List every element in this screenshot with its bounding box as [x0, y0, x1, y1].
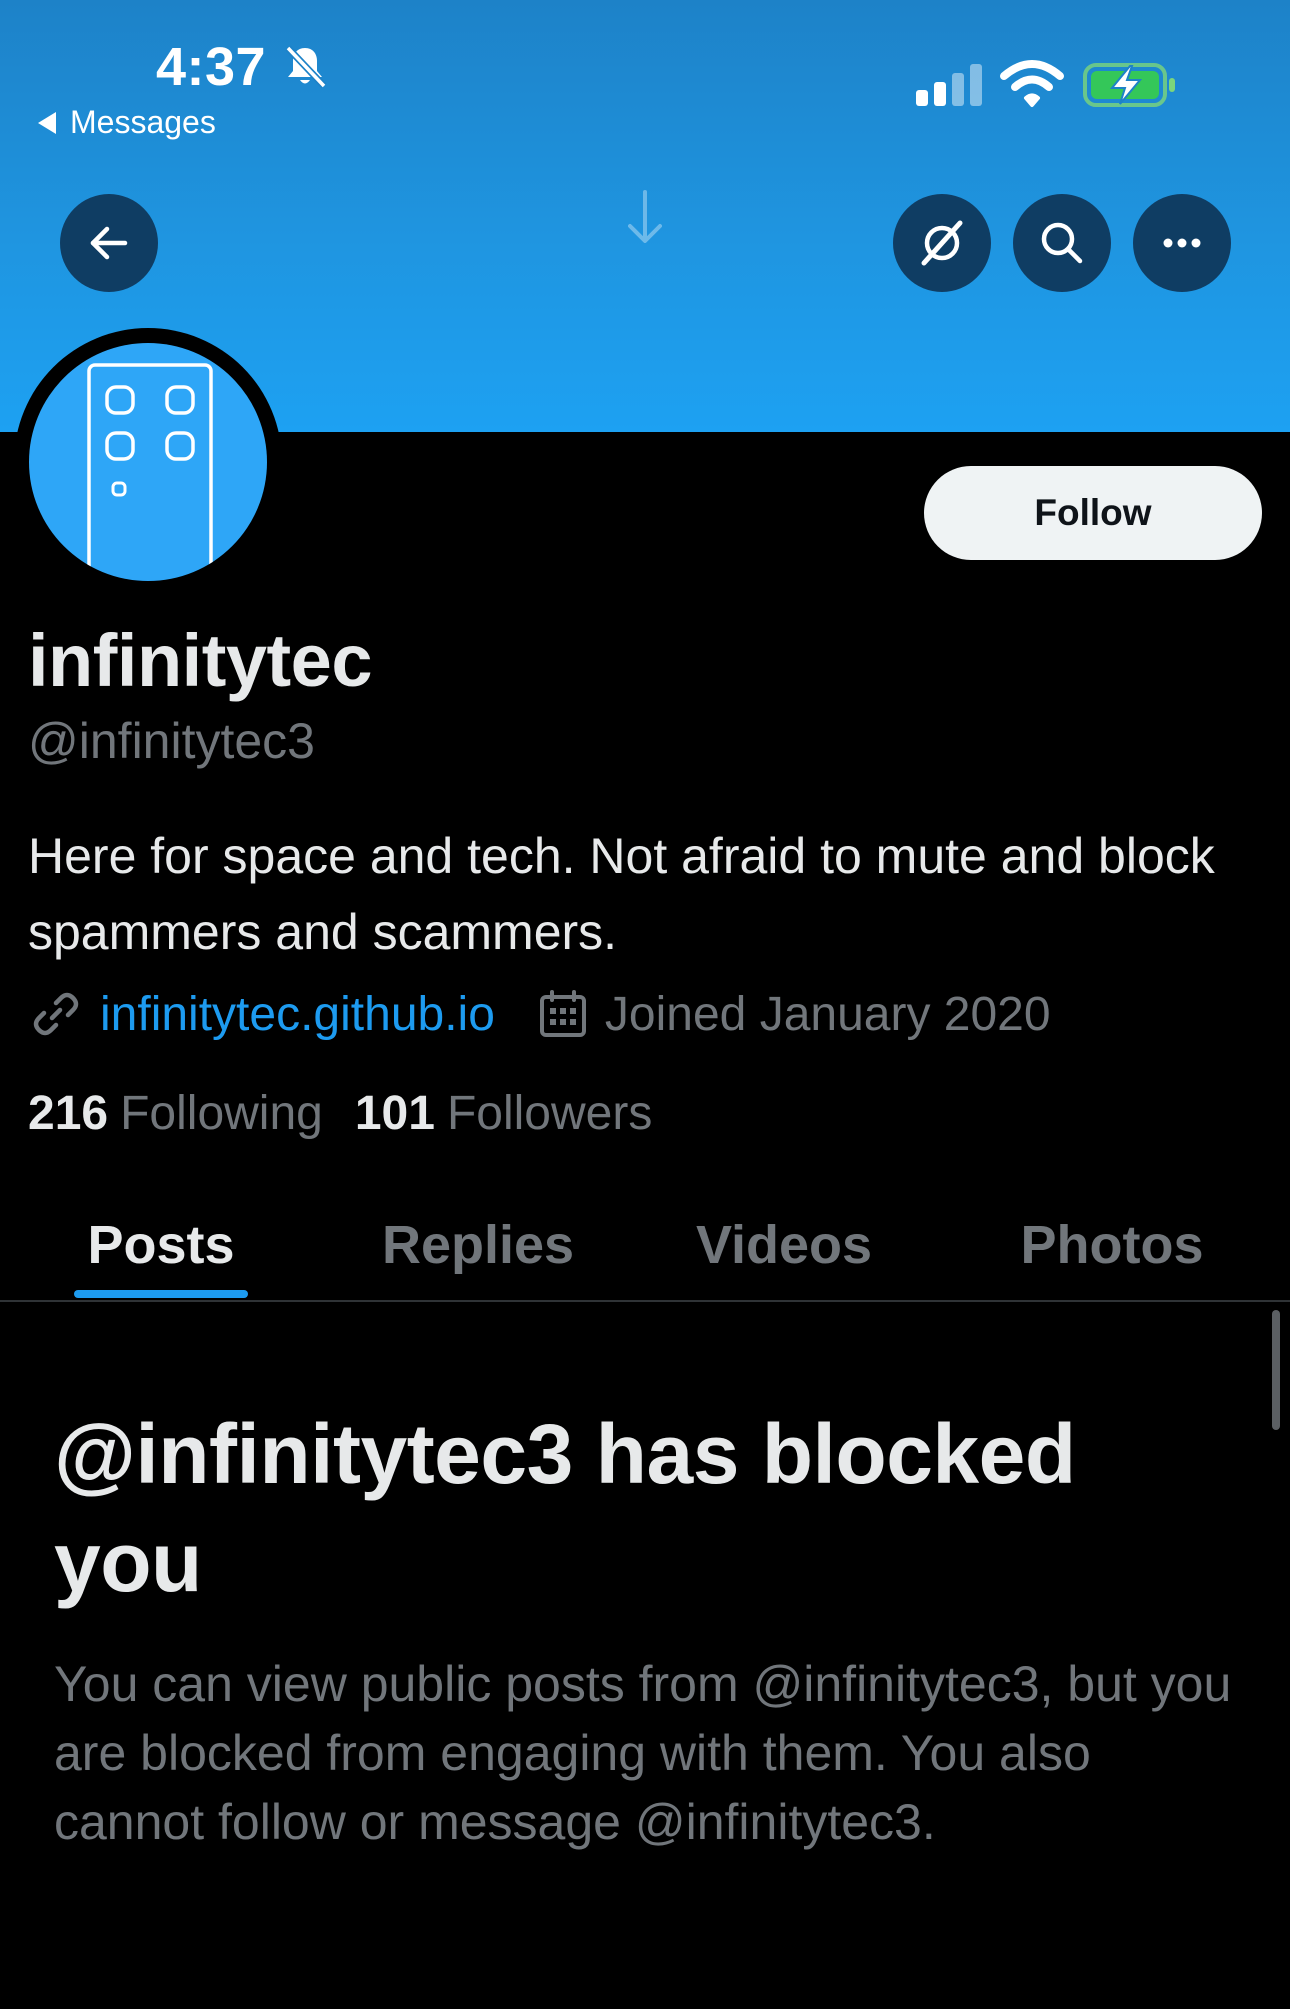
active-tab-indicator: [74, 1290, 248, 1298]
back-button[interactable]: [60, 194, 158, 292]
cellular-signal-icon: [916, 64, 982, 106]
profile-tabs: Posts Replies Videos Photos: [0, 1190, 1290, 1302]
bell-slash-icon: [285, 45, 327, 89]
calendar-icon: [539, 990, 586, 1037]
back-triangle-icon: [38, 111, 56, 134]
tab-photos[interactable]: Photos: [1002, 1190, 1222, 1300]
following-count[interactable]: 216: [28, 1086, 108, 1141]
display-name: infinitytec: [28, 619, 372, 702]
link-icon: [33, 992, 79, 1036]
tab-videos[interactable]: Videos: [676, 1190, 892, 1300]
joined-date: Joined January 2020: [604, 987, 1051, 1041]
avatar-image: [29, 343, 267, 581]
back-app-label: Messages: [70, 104, 216, 140]
search-icon: [1041, 222, 1083, 264]
profile-meta: infinitytec.github.io Joined January 202…: [28, 986, 1051, 1042]
back-arrow-icon: [90, 226, 128, 260]
phone-logo-icon: [87, 363, 213, 581]
tab-posts[interactable]: Posts: [74, 1190, 248, 1300]
grok-icon: [921, 220, 963, 266]
follow-stats: 216 Following 101 Followers: [28, 1086, 684, 1141]
status-time: 4:37: [156, 37, 267, 97]
more-icon: [1163, 238, 1201, 248]
follow-button[interactable]: Follow: [924, 466, 1262, 560]
blocked-title: @infinitytec3 has blocked you: [54, 1407, 1076, 1609]
following-label[interactable]: Following: [120, 1086, 323, 1141]
profile-bio: Here for space and tech. Not afraid to m…: [28, 828, 1215, 960]
more-button[interactable]: [1133, 194, 1231, 292]
followers-count[interactable]: 101: [355, 1086, 435, 1141]
tab-replies[interactable]: Replies: [360, 1190, 596, 1300]
blocked-description: You can view public posts from @infinity…: [54, 1656, 1232, 1850]
grok-button[interactable]: [893, 194, 991, 292]
battery-charging-icon: [1083, 63, 1175, 107]
wifi-icon: [1000, 60, 1064, 107]
search-button[interactable]: [1013, 194, 1111, 292]
user-handle: @infinitytec3: [28, 713, 315, 769]
scrollbar[interactable]: [1272, 1310, 1280, 1430]
profile-avatar[interactable]: [14, 328, 282, 596]
followers-label[interactable]: Followers: [447, 1086, 652, 1141]
website-link[interactable]: infinitytec.github.io: [100, 987, 495, 1042]
down-arrow-icon: [628, 190, 662, 243]
back-to-messages[interactable]: Messages: [38, 104, 216, 141]
